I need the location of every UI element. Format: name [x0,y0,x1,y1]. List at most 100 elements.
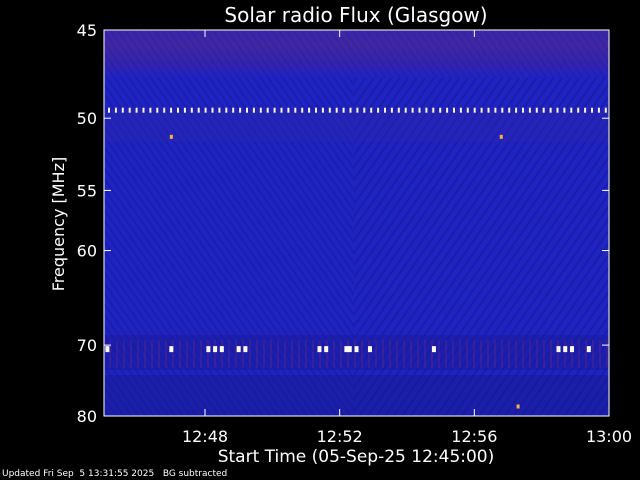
rfi-line-mark [156,107,159,113]
rfi-line-mark [266,107,269,113]
rfi-burst [586,346,591,353]
y-axis-label: Frequency [MHz] [49,157,68,291]
chart-title: Solar radio Flux (Glasgow) [224,3,487,27]
rfi-line-mark [252,107,255,113]
rfi-burst [569,346,574,353]
bg-subtracted-note: BG subtracted [162,469,228,479]
spectrogram-chart: 45 50 55 60 70 80 12:48 12:52 12:56 13:00 Solar … [49,3,632,467]
y-tick-label: 80 [77,407,97,426]
rfi-line-mark [397,107,400,113]
rfi-line-mark [384,107,386,113]
rfi-burst [431,346,436,353]
hot-spot [516,404,520,409]
rfi-line-mark [301,107,304,113]
rfi-line-mark [570,107,573,113]
rfi-line-mark [142,107,145,113]
rfi-line-mark [128,107,131,113]
rfi-line-mark [108,107,110,113]
updated-timestamp: Updated Fri Sep 5 13:31:55 2025 [2,469,155,479]
rfi-line-mark [404,107,407,113]
rfi-line-mark [418,107,421,113]
rfi-line-mark [183,107,186,113]
rfi-line-mark [232,107,235,113]
rfi-line-mark [508,107,511,113]
rfi-line-mark [425,107,428,113]
rfi-burst [105,346,110,353]
rfi-line-mark [591,107,593,113]
rfi-line-mark [528,107,531,113]
rfi-line-mark [453,107,455,113]
rfi-line-mark [522,107,524,113]
rfi-burst [556,346,561,353]
rfi-line-mark [135,107,138,113]
x-axis-label: Start Time (05-Sep-25 12:45:00) [218,447,495,467]
rfi-line-mark [577,107,580,113]
rfi-line-mark [170,107,173,113]
rfi-burst [169,346,174,353]
rfi-line-mark [149,107,152,113]
footer: Updated Fri Sep 5 13:31:55 2025 BG subtr… [2,469,227,479]
x-tick-label: 12:52 [317,427,363,446]
rfi-line-mark [439,107,442,113]
x-tick-label: 12:48 [182,427,228,446]
rfi-line-mark [273,107,276,113]
rfi-line-mark [321,107,324,113]
rfi-line-mark [280,107,283,113]
rfi-line-mark [542,107,545,113]
rfi-line-mark [480,107,483,113]
rfi-line-mark [204,107,207,113]
rfi-line-mark [377,107,380,113]
rfi-line-mark [114,107,117,113]
rfi-line-mark [487,107,490,113]
rfi-line-mark [604,107,607,113]
rfi-line-mark [515,107,518,113]
rfi-line-mark [294,107,297,113]
hot-spot [169,134,173,139]
rfi-line-mark [225,107,228,113]
rfi-line-mark [190,107,193,113]
rfi-line-mark [597,107,600,113]
x-tick-label: 12:56 [451,427,497,446]
rfi-burst [243,346,248,353]
rfi-line-mark [390,107,393,113]
rfi-line-mark [342,107,345,113]
spectrogram-image [104,30,609,416]
hot-spot [499,134,503,139]
rfi-line-mark [432,107,435,113]
rfi-burst [236,346,241,353]
rfi-line-mark [218,107,221,113]
rfi-line-mark [287,107,290,113]
rfi-line-mark [466,107,469,113]
rfi-line-mark [211,107,214,113]
rfi-line-mark [356,107,359,113]
rfi-line-mark [315,107,317,113]
y-tick-label: 70 [77,336,97,355]
rfi-burst [219,346,224,353]
rfi-line-mark [308,107,311,113]
rfi-line-mark [535,107,538,113]
y-tick-label: 50 [77,109,97,128]
rfi-line-mark [446,107,449,113]
rfi-line-mark [246,107,248,113]
rfi-line-mark [121,107,124,113]
rfi-burst [347,346,352,353]
rfi-line-mark [411,107,414,113]
rfi-line-mark [328,107,331,113]
rfi-burst [563,346,568,353]
rfi-burst [367,346,372,353]
rfi-burst [206,346,211,353]
rfi-line-mark [563,107,566,113]
rfi-burst [354,346,359,353]
rfi-burst [317,346,322,353]
rfi-line-mark [239,107,242,113]
rfi-line-mark [335,107,338,113]
y-tick-label: 60 [77,242,97,261]
y-tick-label: 45 [77,21,97,40]
y-tick-label: 55 [77,181,97,200]
rfi-line-mark [259,107,262,113]
rfi-line-mark [584,107,587,113]
rfi-burst [213,346,218,353]
rfi-line-mark [363,107,366,113]
rfi-line-mark [494,107,497,113]
rfi-burst [324,346,329,353]
